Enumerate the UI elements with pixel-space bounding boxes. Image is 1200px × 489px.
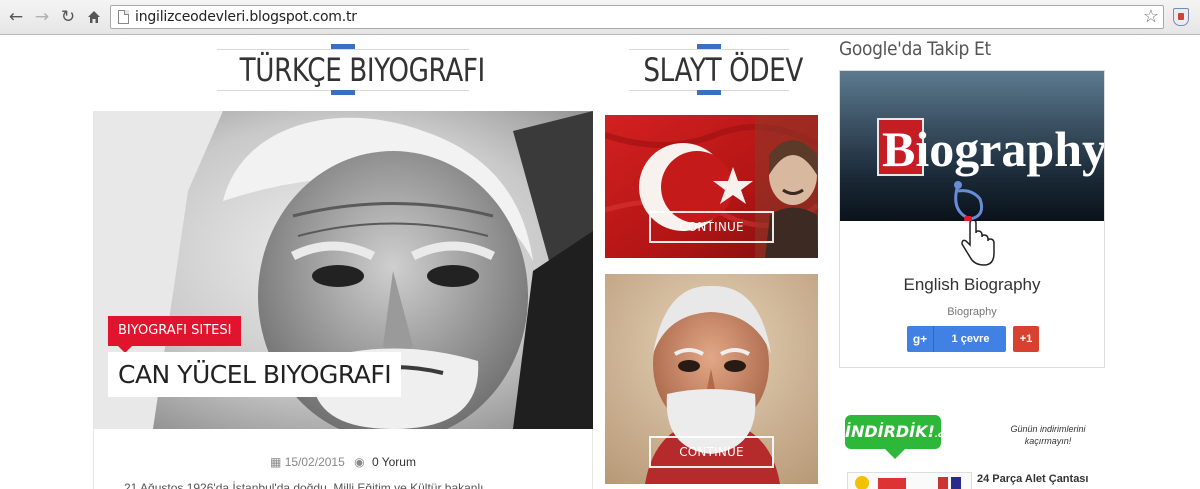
title-accent-bottom [697,90,721,95]
slide-card[interactable]: CONTINUE [605,274,818,484]
section-title-text[interactable]: SLAYT ÖDEV [643,51,803,89]
browser-toolbar: ← → ↻ ingilizceodevleri.blogspot.com.tr … [0,0,1200,35]
page-icon [118,10,129,24]
comment-icon: ◉ [354,455,365,469]
ad-product-name[interactable]: 24 Parça Alet Çantası [977,473,1088,485]
post-excerpt: 21 Ağustos 1926'da İstanbul'da doğdu. Mi… [124,481,484,489]
hand-pointer-icon [961,221,995,266]
plus-one-button[interactable]: +1 [1013,326,1039,352]
gplus-icon: g+ [907,326,934,352]
section-title-slayt: SLAYT ÖDEV [629,36,803,96]
gplus-cover-image[interactable]: Biography [840,71,1104,221]
post-meta-line: ▦ 15/02/2015 ◉ 0 Yorum [94,455,592,469]
follow-count-label: 1 çevre [951,333,990,345]
ad-banner[interactable]: İNDİRDİK!.com Günün indirimlerini kaçırm… [843,411,1105,489]
calendar-icon: ▦ [270,455,282,469]
ad-slogan: Günün indirimlerini kaçırmayın! [1010,424,1086,446]
slide-card[interactable]: CONTINUE [605,115,818,258]
category-label[interactable]: BIYOGRAFI SITESI [108,316,242,353]
sidebar-title: Google'da Takip Et [839,38,991,60]
forward-arrow-icon[interactable]: → [32,7,52,27]
google-plus-badge: Biography English Biography Biography g+… [839,70,1105,368]
gplus-page-subtitle: Biography [947,306,997,318]
section-title-text[interactable]: TÜRKÇE BIYOGRAFI [240,51,486,89]
continue-button[interactable]: CONTINUE [649,436,774,468]
back-arrow-icon[interactable]: ← [6,7,26,27]
ad-product-strip[interactable] [847,472,972,489]
post-date: 15/02/2015 [284,455,345,469]
reload-icon[interactable]: ↻ [58,7,78,27]
bookmark-star-icon[interactable]: ☆ [1143,6,1159,27]
gplus-page-name[interactable]: English Biography [840,275,1104,295]
address-bar[interactable]: ingilizceodevleri.blogspot.com.tr ☆ [110,5,1164,29]
gplus-follow-button[interactable]: g+ 1 çevre [907,326,1006,352]
ad-brand-logo[interactable]: İNDİRDİK!.com [845,415,956,459]
post-meta: ▦ 15/02/2015 ◉ 0 Yorum 21 Ağustos 1926'd… [93,429,593,489]
ad-brand-suffix: .com [934,430,957,439]
comment-count[interactable]: 0 Yorum [372,455,416,469]
url-text[interactable]: ingilizceodevleri.blogspot.com.tr [135,9,357,25]
home-icon[interactable] [84,7,104,27]
title-rule-top [629,49,789,50]
featured-post-title[interactable]: CAN YÜCEL BIYOGRAFI [108,352,402,397]
web-page: TÜRKÇE BIYOGRAFI SLAYT ÖDEV BIYOGRAFI SI… [0,36,1200,489]
extension-shield-icon[interactable] [1173,8,1189,26]
title-rule-top [217,49,469,50]
ad-brand-text: İNDİRDİK! [845,422,935,441]
title-accent-bottom [331,90,355,95]
section-title-turkce: TÜRKÇE BIYOGRAFI [217,36,486,96]
continue-button[interactable]: CONTINUE [649,211,774,243]
cover-logo-text: Biography [882,121,1104,177]
